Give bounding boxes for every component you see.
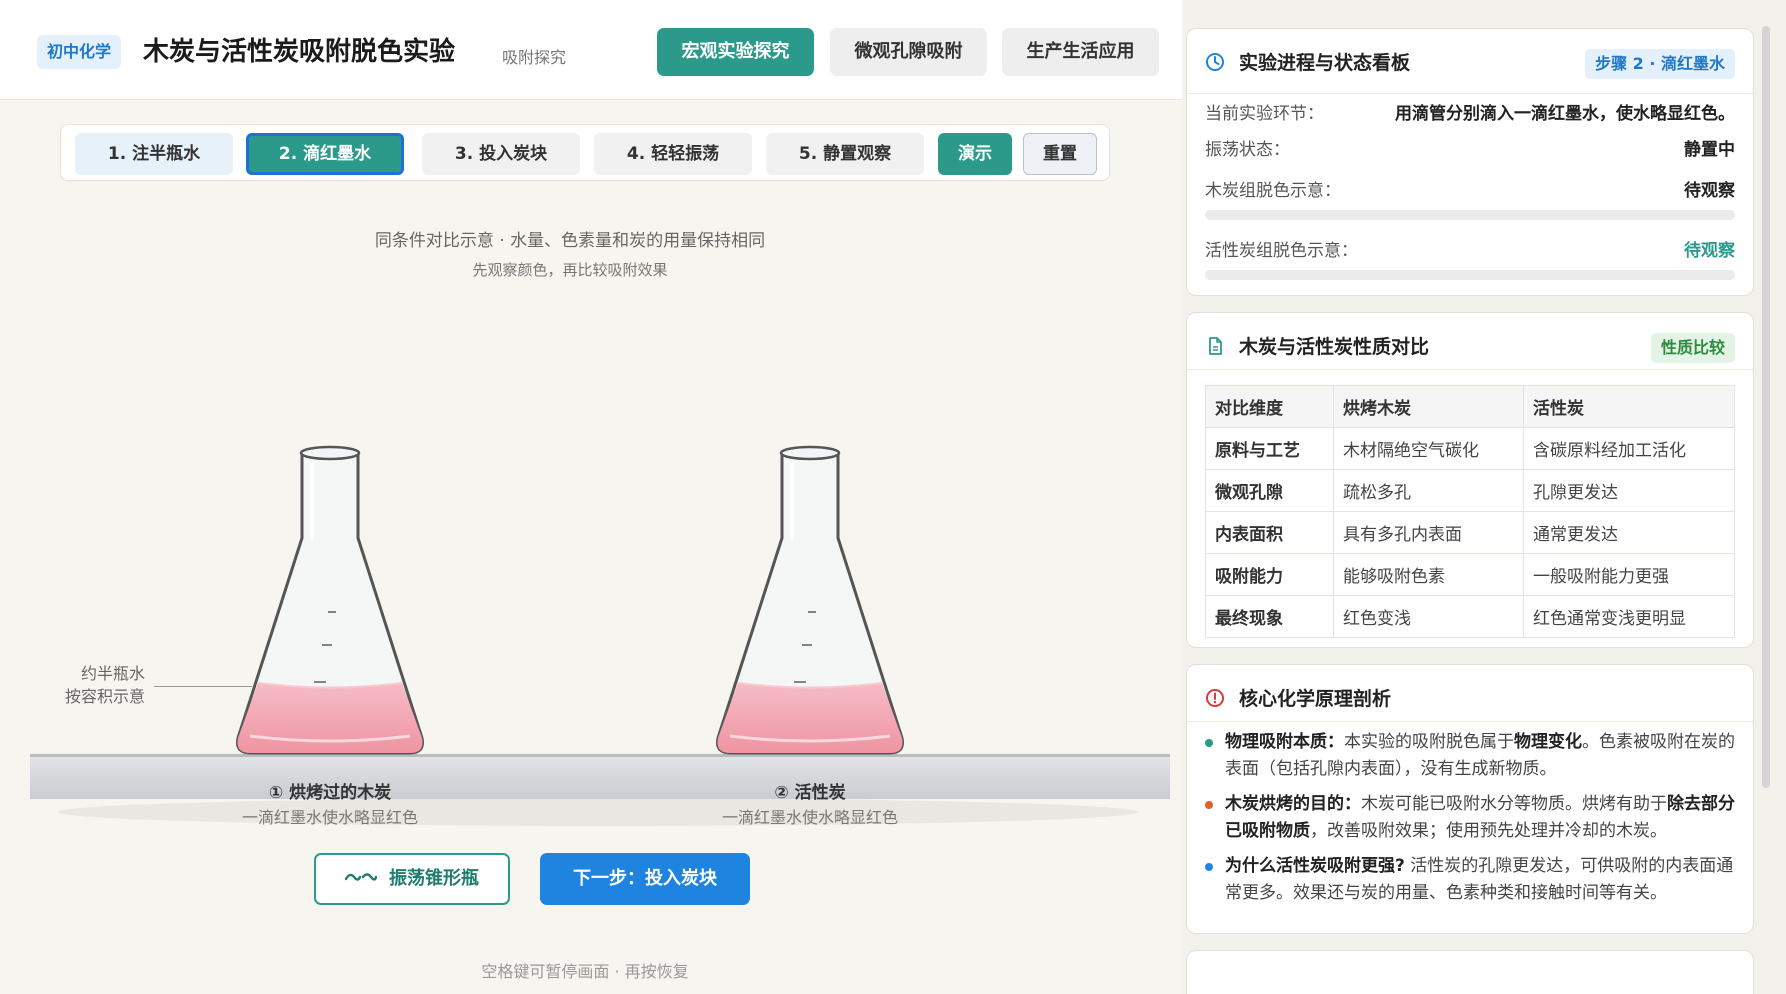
bullet-icon — [1205, 863, 1213, 871]
compare-card: 木炭与活性炭性质对比 性质比较 对比维度 烘烤木炭 活性炭 原料与工艺 木材隔绝空… — [1186, 312, 1754, 648]
flask-activated-carbon — [716, 445, 904, 755]
status-card: 实验进程与状态看板 步骤 2 · 滴红墨水 当前实验环节： 用滴管分别滴入一滴红… — [1186, 28, 1754, 296]
wave-icon — [344, 855, 378, 903]
table-row: 原料与工艺 木材隔绝空气碳化 含碳原料经加工活化 — [1205, 427, 1735, 470]
principle-card-title: 核心化学原理剖析 — [1239, 688, 1392, 710]
flask-1-title: ① 烘烤过的木炭 — [268, 783, 392, 803]
side-panel: 实验进程与状态看板 步骤 2 · 滴红墨水 当前实验环节： 用滴管分别滴入一滴红… — [1186, 0, 1786, 994]
bullet-icon — [1205, 801, 1213, 809]
activated-decolor-progress — [1205, 270, 1735, 280]
step-5-observe[interactable]: 5. 静置观察 — [766, 133, 924, 175]
table-header-row: 对比维度 烘烤木炭 活性炭 — [1205, 385, 1735, 428]
stage-caption-sub: 先观察颜色，再比较吸附效果 — [472, 261, 668, 279]
table-row: 微观孔隙 疏松多孔 孔隙更发达 — [1205, 469, 1735, 512]
clock-icon — [1205, 52, 1225, 72]
step-2-add-ink[interactable]: 2. 滴红墨水 — [246, 133, 404, 175]
bullet-icon — [1205, 739, 1213, 747]
step-bar: 1. 注半瓶水 2. 滴红墨水 3. 投入炭块 4. 轻轻振荡 5. 静置观察 … — [60, 124, 1110, 181]
stage-caption: 同条件对比示意 · 水量、色素量和炭的用量保持相同 — [374, 231, 766, 251]
status-row-shake: 振荡状态： 静置中 — [1205, 140, 1735, 160]
principle-card: 核心化学原理剖析 物理吸附本质：本实验的吸附脱色属于物理变化。色素被吸附在炭的表… — [1186, 664, 1754, 934]
status-row-activated: 活性炭组脱色示意： 待观察 — [1205, 241, 1735, 261]
reset-button[interactable]: 重置 — [1023, 133, 1097, 175]
flask-charcoal — [236, 445, 424, 755]
tab-applications[interactable]: 生产生活应用 — [1002, 28, 1159, 76]
side-panel-scrollbar[interactable] — [1762, 26, 1770, 788]
status-card-title: 实验进程与状态看板 — [1239, 52, 1411, 74]
water-level-note: 约半瓶水 按容积示意 — [64, 664, 145, 706]
compare-card-title: 木炭与活性炭性质对比 — [1239, 336, 1430, 358]
principle-item-physical: 物理吸附本质：本实验的吸附脱色属于物理变化。色素被吸附在炭的表面（包括孔隙内表面… — [1205, 729, 1735, 783]
flask-1-desc: 一滴红墨水使水略显红色 — [241, 808, 418, 827]
page-subtitle: 吸附探究 — [502, 48, 567, 67]
tab-micro-pores[interactable]: 微观孔隙吸附 — [830, 28, 987, 76]
water-level-pointer — [154, 686, 252, 687]
charcoal-decolor-progress — [1205, 210, 1735, 220]
principle-item-activated: 为什么活性炭吸附更强? 活性炭的孔隙更发达，可供吸附的内表面通常更多。效果还与炭… — [1205, 853, 1735, 907]
status-row-charcoal: 木炭组脱色示意： 待观察 — [1205, 181, 1735, 201]
principle-item-baking: 木炭烘烤的目的：木炭可能已吸附水分等物质。烘烤有助于除去部分已吸附物质，改善吸附… — [1205, 791, 1735, 845]
play-demo-button[interactable]: 演示 — [938, 133, 1012, 175]
step-3-add-charcoal[interactable]: 3. 投入炭块 — [422, 133, 580, 175]
page-title: 木炭与活性炭吸附脱色实验 — [143, 37, 456, 67]
table-row: 吸附能力 能够吸附色素 一般吸附能力更强 — [1205, 553, 1735, 596]
shake-flask-button[interactable]: 振荡锥形瓶 — [314, 853, 510, 905]
next-step-button[interactable]: 下一步：投入炭块 — [540, 853, 750, 905]
experiment-stage — [30, 445, 1170, 826]
main-panel: 初中化学 木炭与活性炭吸附脱色实验 吸附探究 宏观实验探究 微观孔隙吸附 生产生… — [0, 0, 1182, 994]
status-step-badge: 步骤 2 · 滴红墨水 — [1585, 49, 1735, 79]
document-icon — [1205, 336, 1225, 356]
table-row: 内表面积 具有多孔内表面 通常更发达 — [1205, 511, 1735, 554]
comparison-table: 对比维度 烘烤木炭 活性炭 原料与工艺 木材隔绝空气碳化 含碳原料经加工活化 微观孔… — [1205, 385, 1735, 638]
keyboard-hint: 空格键可暂停画面 · 再按恢复 — [481, 962, 689, 981]
next-card — [1186, 950, 1754, 994]
step-4-shake[interactable]: 4. 轻轻振荡 — [594, 133, 752, 175]
status-row-stage: 当前实验环节： 用滴管分别滴入一滴红墨水，使水略显红色。 — [1205, 104, 1735, 124]
table-row: 最终现象 红色变浅 红色通常变浅更明显 — [1205, 595, 1735, 638]
step-1-fill-water[interactable]: 1. 注半瓶水 — [75, 133, 233, 175]
compare-badge: 性质比较 — [1650, 333, 1735, 363]
alert-icon — [1205, 688, 1225, 708]
top-bar: 初中化学 木炭与活性炭吸附脱色实验 吸附探究 宏观实验探究 微观孔隙吸附 生产生… — [0, 0, 1182, 100]
flask-2-desc: 一滴红墨水使水略显红色 — [721, 808, 898, 827]
tab-macro-experiment[interactable]: 宏观实验探究 — [657, 28, 814, 76]
subject-badge: 初中化学 — [37, 35, 122, 69]
flask-2-title: ② 活性炭 — [774, 783, 846, 803]
